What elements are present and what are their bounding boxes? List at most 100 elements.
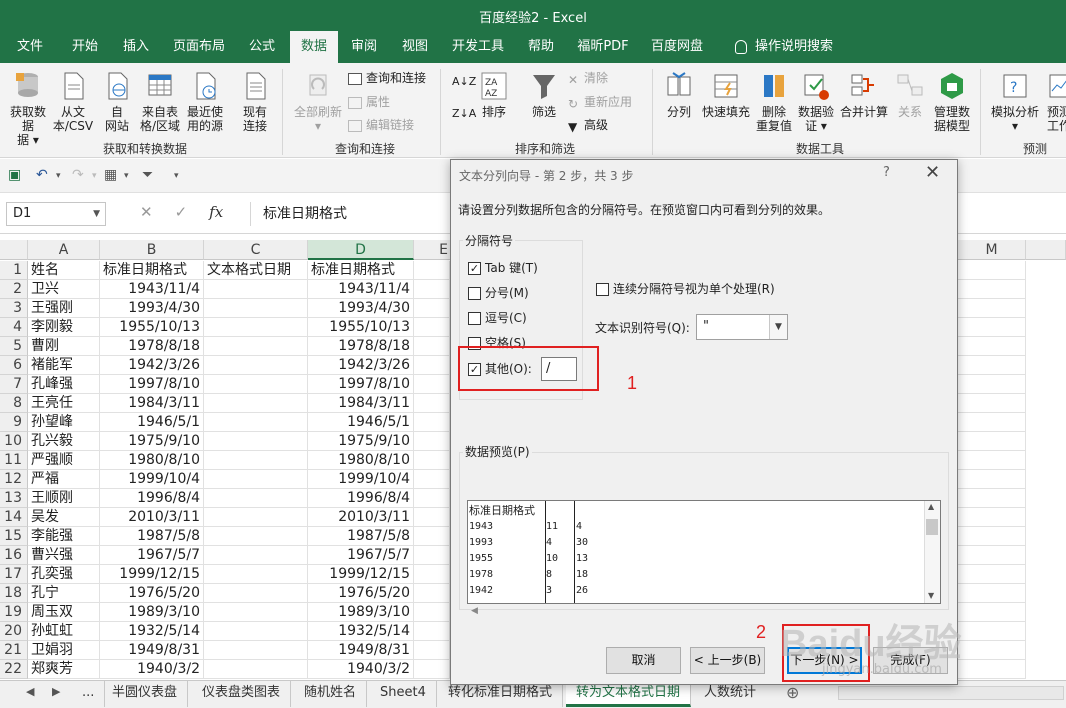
table-cell[interactable] [958,508,1026,527]
filter-button[interactable]: 筛选 [526,71,562,119]
table-cell[interactable] [958,394,1026,413]
redo-icon[interactable]: ↷ [72,167,84,183]
table-cell[interactable]: 卫娟羽 [28,641,100,660]
manage-data-model-button[interactable]: 管理数 据模型 [930,71,974,133]
tab-data[interactable]: 数据 [290,31,338,63]
table-cell[interactable] [958,432,1026,451]
row-header[interactable]: 11 [0,451,28,470]
form-dropdown-icon[interactable]: ▾ [124,171,129,181]
scroll-left-icon[interactable]: ◀ [471,606,478,616]
forecast-sheet-button[interactable]: 预测 工作 [1044,71,1066,133]
column-header-m[interactable]: M [958,240,1026,260]
table-cell[interactable] [414,318,450,337]
row-header[interactable]: 22 [0,660,28,679]
tab-formulas[interactable]: 公式 [240,31,284,63]
table-cell[interactable] [958,603,1026,622]
table-cell[interactable] [204,489,308,508]
text-qualifier-select[interactable]: " ▼ [696,314,788,340]
table-cell[interactable]: 1949/8/31 [100,641,204,660]
sort-az-button[interactable]: A↓Z [452,75,476,89]
table-cell[interactable] [958,641,1026,660]
sheet-tab[interactable]: 随机姓名 [294,681,368,707]
table-cell[interactable]: 1942/3/26 [100,356,204,375]
from-table-button[interactable]: 来自表 格/区域 [138,71,182,133]
table-cell[interactable]: 1997/8/10 [308,375,414,394]
undo-icon[interactable]: ↶ [36,167,48,183]
table-cell[interactable]: 卫兴 [28,280,100,299]
customize-qat-icon[interactable]: ▾ [174,171,179,181]
sort-za-button[interactable]: Z↓A [452,107,476,121]
comma-checkbox[interactable]: 逗号(C) [468,311,527,325]
table-cell[interactable]: 1993/4/30 [308,299,414,318]
save-icon[interactable]: ▣ [8,167,21,183]
column-header-d[interactable]: D [308,240,414,260]
close-icon[interactable]: ✕ [925,162,940,183]
table-cell[interactable] [414,375,450,394]
table-cell[interactable] [958,451,1026,470]
table-cell[interactable]: 1978/8/18 [100,337,204,356]
table-cell[interactable]: 李能强 [28,527,100,546]
clear-filter-button[interactable]: ✕ 清除 [568,71,608,87]
table-cell[interactable]: 1932/5/14 [308,622,414,641]
recent-sources-button[interactable]: 最近使 用的源 [184,71,226,133]
table-cell[interactable]: 孙虹虹 [28,622,100,641]
existing-connections-button[interactable]: 现有 连接 [236,71,274,133]
tab-file[interactable]: 文件 [8,31,52,63]
table-cell[interactable] [958,622,1026,641]
table-cell[interactable] [414,641,450,660]
table-cell[interactable] [414,603,450,622]
row-header[interactable]: 3 [0,299,28,318]
table-cell[interactable] [204,508,308,527]
consecutive-delimiters-checkbox[interactable]: 连续分隔符号视为单个处理(R) [596,282,775,296]
table-cell[interactable]: 孔峰强 [28,375,100,394]
table-cell[interactable]: 1999/10/4 [100,470,204,489]
table-cell[interactable] [958,489,1026,508]
table-cell[interactable] [204,318,308,337]
table-cell[interactable] [204,584,308,603]
table-cell[interactable]: 1949/8/31 [308,641,414,660]
table-cell[interactable] [958,318,1026,337]
confirm-formula-icon[interactable]: ✓ [175,203,188,221]
column-header-b[interactable]: B [100,240,204,260]
table-cell[interactable]: 1976/5/20 [308,584,414,603]
table-cell[interactable] [958,413,1026,432]
row-header[interactable]: 18 [0,584,28,603]
table-cell[interactable]: 1946/5/1 [100,413,204,432]
row-header[interactable]: 15 [0,527,28,546]
table-cell[interactable]: 1999/10/4 [308,470,414,489]
table-cell[interactable]: 严强顺 [28,451,100,470]
name-box[interactable]: D1 ▼ [6,202,106,226]
column-header-next[interactable] [1026,240,1066,260]
filter-qat-icon[interactable]: ⏷ [142,167,153,183]
tab-checkbox[interactable]: ✓ Tab 键(T) [468,261,538,275]
from-text-csv-button[interactable]: 从文 本/CSV [52,71,94,133]
tab-review[interactable]: 审阅 [342,31,386,63]
table-cell[interactable]: 周玉双 [28,603,100,622]
table-cell[interactable]: 1940/3/2 [100,660,204,679]
table-cell[interactable] [204,451,308,470]
table-cell[interactable]: 1996/8/4 [308,489,414,508]
tab-foxit-pdf[interactable]: 福昕PDF [570,31,636,63]
table-cell[interactable] [958,470,1026,489]
remove-duplicates-button[interactable]: 删除 重复值 [754,71,794,133]
table-cell[interactable]: 吴发 [28,508,100,527]
row-header[interactable]: 14 [0,508,28,527]
sort-button[interactable]: ZA AZ 排序 [476,71,512,119]
table-cell[interactable] [414,565,450,584]
advanced-filter-button[interactable]: ▼ 高级 [568,118,608,134]
sheet-tab[interactable]: Sheet4 [370,681,437,707]
row-header[interactable]: 21 [0,641,28,660]
row-header[interactable]: 12 [0,470,28,489]
table-cell[interactable] [204,337,308,356]
tab-developer[interactable]: 开发工具 [444,31,512,63]
table-cell[interactable] [958,527,1026,546]
table-cell[interactable]: 严福 [28,470,100,489]
queries-connections-button[interactable]: 查询和连接 [348,71,426,85]
table-cell[interactable] [414,356,450,375]
tell-me-search[interactable]: 操作说明搜索 [728,31,840,63]
table-cell[interactable] [414,508,450,527]
table-cell[interactable] [414,432,450,451]
data-preview-box[interactable]: 标准日期格式 1943 11 4 1993 4 30 1955 10 13 1978 8 18 1942 3… [467,500,941,604]
table-cell[interactable]: 1946/5/1 [308,413,414,432]
table-cell[interactable]: 1943/11/4 [308,280,414,299]
